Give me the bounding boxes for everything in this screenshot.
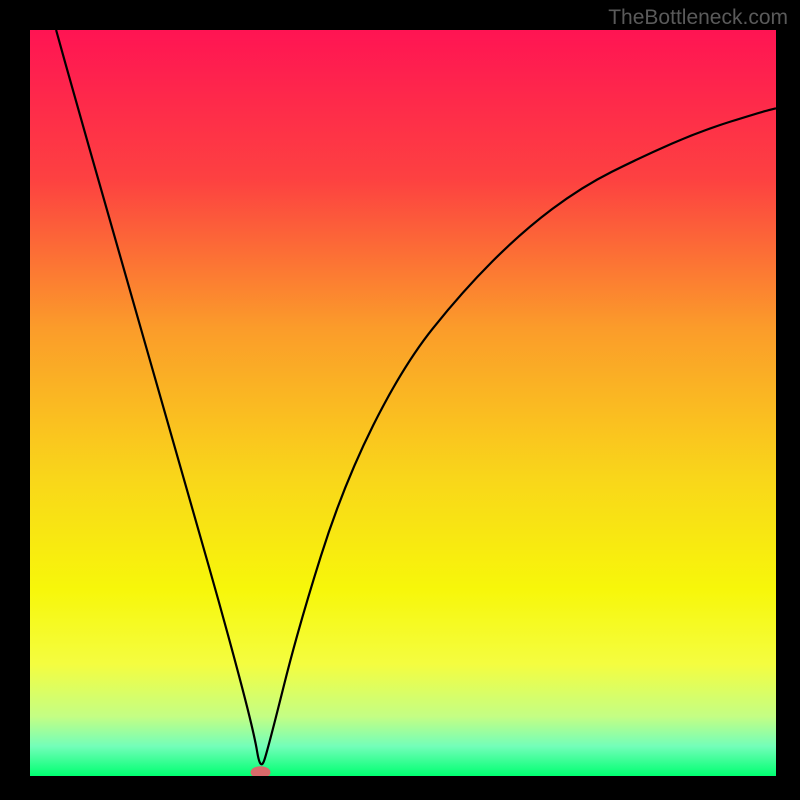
watermark-text: TheBottleneck.com <box>608 6 788 30</box>
chart-container: TheBottleneck.com <box>0 0 800 800</box>
bottleneck-chart <box>0 0 800 800</box>
frame-bottom <box>0 776 800 800</box>
frame-left <box>0 0 30 800</box>
frame-right <box>776 0 800 800</box>
plot-background <box>30 30 776 776</box>
